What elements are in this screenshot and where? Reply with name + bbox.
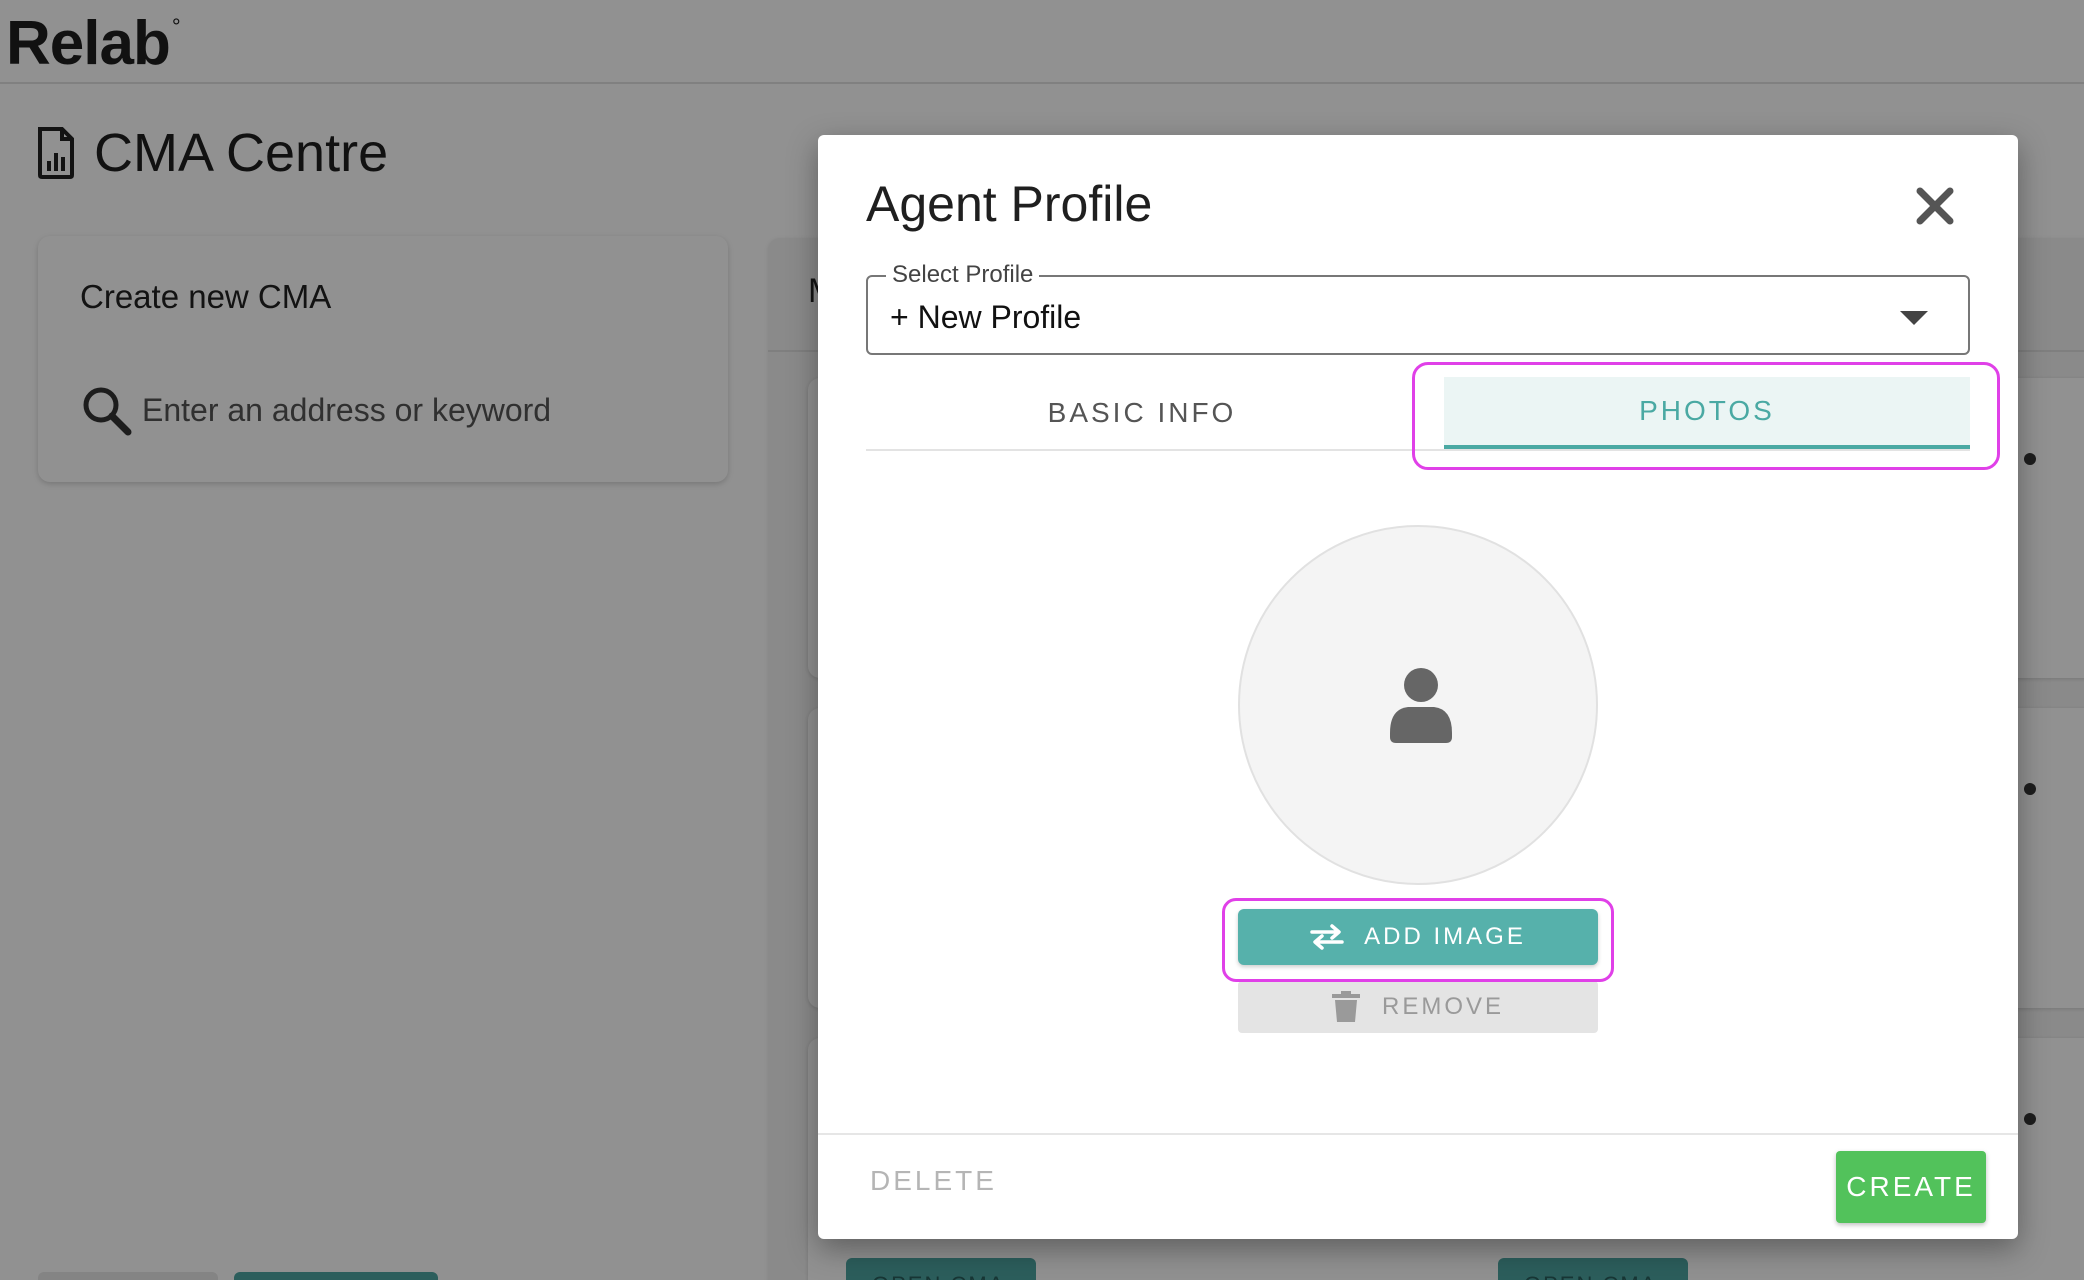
agent-profile-dialog: Agent Profile Select Profile + New Profi… [818,135,2018,1239]
select-profile-dropdown[interactable]: Select Profile + New Profile [866,261,1970,355]
trash-icon [1331,991,1360,1022]
tab-basic-info[interactable]: BASIC INFO [866,377,1418,449]
person-icon [1390,668,1452,743]
tab-photos[interactable]: PHOTOS [1444,377,1970,449]
dialog-footer-divider [818,1133,2018,1135]
avatar-placeholder [1238,525,1598,885]
delete-button[interactable]: DELETE [870,1165,997,1197]
add-image-label: ADD IMAGE [1364,923,1526,950]
remove-image-button[interactable]: REMOVE [1238,981,1598,1033]
select-profile-label: Select Profile [886,261,1040,289]
create-button[interactable]: CREATE [1836,1151,1986,1223]
chevron-down-icon [1900,311,1928,325]
swap-arrows-icon [1310,924,1344,950]
select-profile-value: + New Profile [890,299,1082,335]
remove-label: REMOVE [1381,993,1504,1020]
dialog-title: Agent Profile [866,176,1153,232]
close-icon[interactable] [1910,181,1960,231]
add-image-button[interactable]: ADD IMAGE [1238,909,1598,965]
tabs-divider [866,449,1970,451]
profile-tabs: BASIC INFO PHOTOS [866,377,1970,451]
